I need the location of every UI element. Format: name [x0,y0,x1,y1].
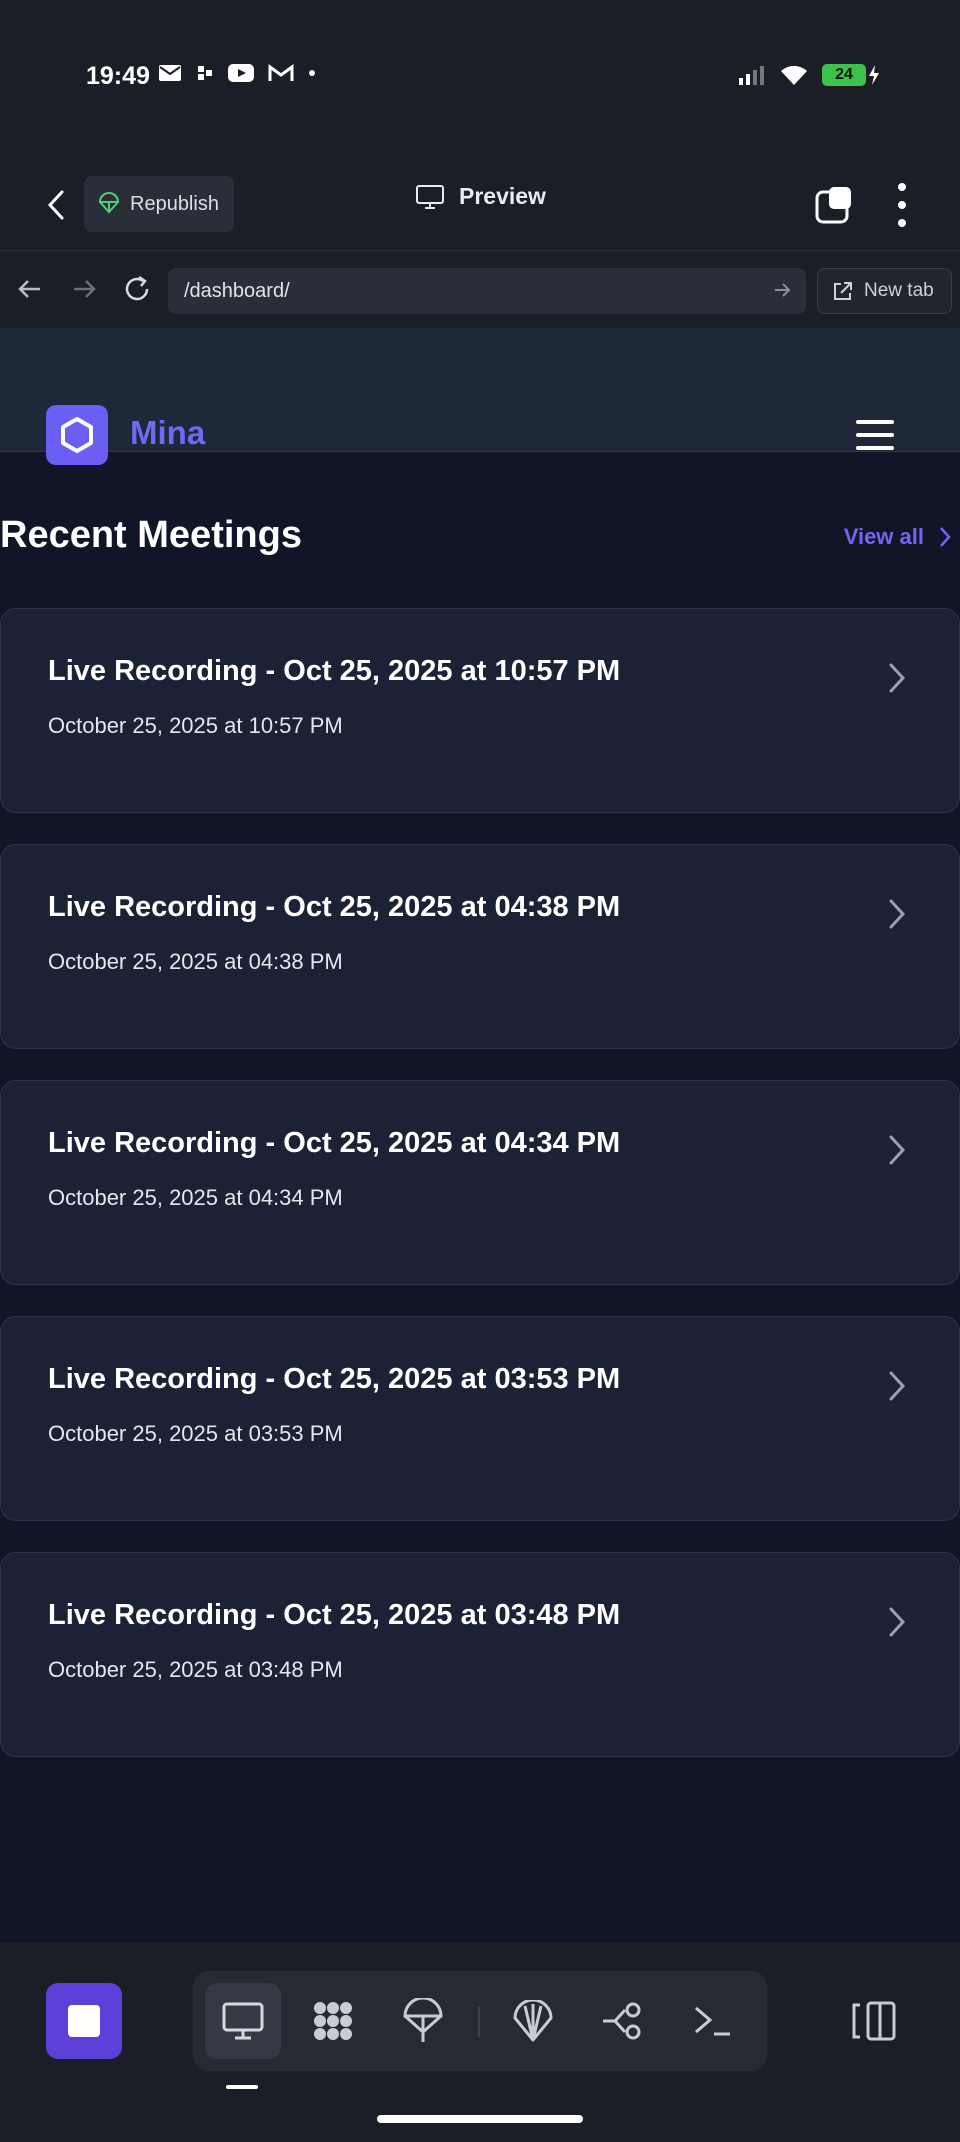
arrow-right-icon[interactable] [68,273,100,305]
chevron-right-icon [889,899,906,929]
chevron-right-icon [940,527,951,547]
wifi-icon [781,65,807,85]
refresh-icon[interactable] [121,273,153,305]
parachute-icon [403,1998,443,2042]
tool-group [193,1971,767,2071]
home-indicator[interactable] [377,2115,583,2123]
terminal-icon [695,2006,730,2036]
menu-bar [856,446,894,450]
chevron-right-icon [889,1135,906,1165]
more-options-button[interactable] [892,183,912,227]
tool-grid[interactable] [295,1983,371,2059]
meeting-card[interactable]: Live Recording - Oct 25, 2025 at 04:34 P… [0,1080,960,1285]
brand-name[interactable]: Mina [130,414,205,452]
dot-icon [898,183,906,191]
signal-icon [739,66,764,85]
side-panel-icon [852,2001,896,2041]
chevron-right-icon [889,663,906,693]
meeting-date: October 25, 2025 at 03:48 PM [48,1657,343,1682]
stop-icon [68,2005,100,2037]
dot-icon [898,201,906,209]
gmail-icon [268,64,294,81]
app-header: Republish Preview [0,165,960,245]
meeting-card[interactable]: Live Recording - Oct 25, 2025 at 10:57 P… [0,608,960,813]
meeting-date: October 25, 2025 at 04:38 PM [48,949,343,974]
tool-terminal[interactable] [675,1983,751,2059]
external-link-icon [834,282,852,300]
monitor-icon [416,184,444,209]
tabs-icon [815,187,851,224]
stop-button[interactable] [46,1983,122,2059]
battery-indicator: 24 [822,64,866,86]
meeting-title: Live Recording - Oct 25, 2025 at 10:57 P… [48,655,621,687]
meeting-title: Live Recording - Oct 25, 2025 at 03:48 P… [48,1599,621,1631]
tool-shell[interactable] [495,1983,571,2059]
branch-icon [603,2002,641,2040]
arrow-left-icon[interactable] [14,273,46,305]
meeting-card[interactable]: Live Recording - Oct 25, 2025 at 04:38 P… [0,844,960,1049]
bottom-toolbar [0,1943,960,2142]
chevron-right-icon [889,1607,906,1637]
toolbar-divider [478,2007,480,2037]
chevron-left-icon [47,190,64,220]
preview-toggle[interactable]: Preview [415,183,546,210]
preview-label: Preview [459,183,546,209]
menu-bar [856,420,894,424]
app-icon [198,66,212,80]
go-arrow-icon[interactable] [772,280,792,300]
youtube-icon [228,64,254,82]
tool-branch[interactable] [585,1983,661,2059]
meeting-date: October 25, 2025 at 10:57 PM [48,713,343,738]
shell-icon [513,2000,553,2042]
dot-icon [898,219,906,227]
meeting-title: Live Recording - Oct 25, 2025 at 04:34 P… [48,1127,621,1159]
meeting-card[interactable]: Live Recording - Oct 25, 2025 at 03:53 P… [0,1316,960,1521]
charging-icon [869,65,879,85]
meeting-title: Live Recording - Oct 25, 2025 at 03:53 P… [48,1363,621,1395]
chevron-right-icon [889,1371,906,1401]
meeting-title: Live Recording - Oct 25, 2025 at 04:38 P… [48,891,621,923]
notification-icons [158,64,316,82]
republish-label: Republish [130,192,219,215]
status-time: 19:49 [86,62,150,90]
grid-dots-icon [314,2002,352,2040]
back-button[interactable] [38,185,74,225]
tool-preview[interactable] [205,1983,281,2059]
section-title: Recent Meetings [0,514,302,556]
menu-button[interactable] [856,420,894,450]
site-navbar: Mina [0,328,960,465]
meeting-date: October 25, 2025 at 03:53 PM [48,1421,343,1446]
logo[interactable] [46,405,108,465]
tabs-button[interactable] [814,185,854,225]
hexagon-icon [61,417,93,453]
meeting-date: October 25, 2025 at 04:34 PM [48,1185,343,1210]
active-tool-indicator [226,2085,258,2089]
url-input[interactable]: /dashboard/ [168,268,806,314]
republish-button[interactable]: Republish [84,176,234,232]
system-icons: 24 [738,64,880,86]
view-all-link[interactable]: View all [844,524,952,550]
mail-icon [159,65,181,81]
dot-icon [309,70,315,76]
panel-toggle-button[interactable] [850,1999,900,2043]
tool-deploy[interactable] [385,1983,461,2059]
url-text: /dashboard/ [184,279,290,302]
web-preview: Mina Recent Meetings View all Live Recor… [0,328,960,1943]
new-tab-button[interactable]: New tab [817,268,952,314]
view-all-label: View all [843,524,924,549]
status-bar: 19:49 24 [0,0,960,150]
menu-bar [856,433,894,437]
new-tab-label: New tab [864,280,934,301]
meeting-card[interactable]: Live Recording - Oct 25, 2025 at 03:48 P… [0,1552,960,1757]
monitor-icon [222,2002,264,2040]
url-bar-row: /dashboard/ New tab [0,250,960,328]
parachute-icon [98,192,120,214]
